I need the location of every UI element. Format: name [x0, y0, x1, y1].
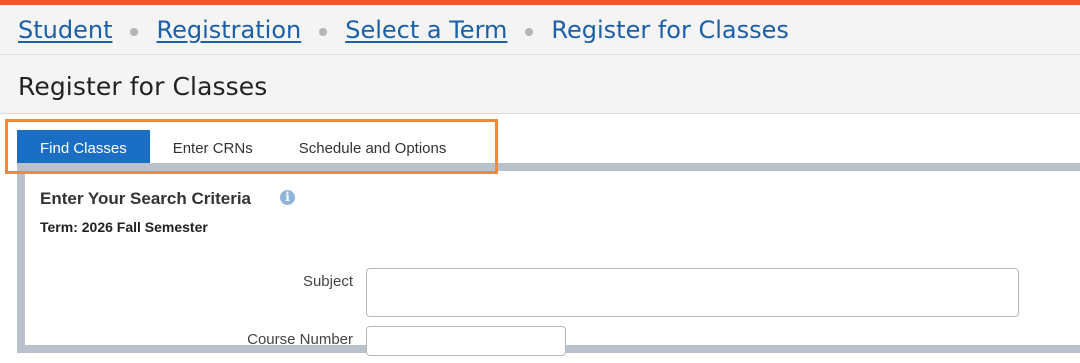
breadcrumb-separator: [319, 28, 328, 36]
breadcrumb: Student Registration Select a Term Regis…: [18, 16, 789, 44]
page-title-bar: Register for Classes: [0, 55, 1080, 114]
breadcrumb-select-term-link[interactable]: Select a Term: [345, 16, 507, 44]
course-number-label: Course Number: [247, 331, 353, 348]
tabs-highlight-box: [5, 119, 498, 174]
search-criteria-title: Enter Your Search Criteria: [40, 189, 252, 208]
breadcrumb-current: Register for Classes: [551, 16, 789, 44]
term-label: Term: 2026 Fall Semester: [40, 219, 208, 235]
subject-input[interactable]: [366, 268, 1019, 317]
breadcrumb-student-link[interactable]: Student: [18, 16, 112, 44]
breadcrumb-bar: Student Registration Select a Term Regis…: [0, 5, 1080, 55]
breadcrumb-separator: [525, 28, 534, 36]
breadcrumb-registration-link[interactable]: Registration: [156, 16, 301, 44]
info-icon[interactable]: i: [280, 190, 295, 205]
course-number-input[interactable]: [366, 326, 566, 356]
page-title: Register for Classes: [18, 72, 268, 101]
subject-label: Subject: [302, 273, 353, 290]
breadcrumb-separator: [130, 28, 139, 36]
